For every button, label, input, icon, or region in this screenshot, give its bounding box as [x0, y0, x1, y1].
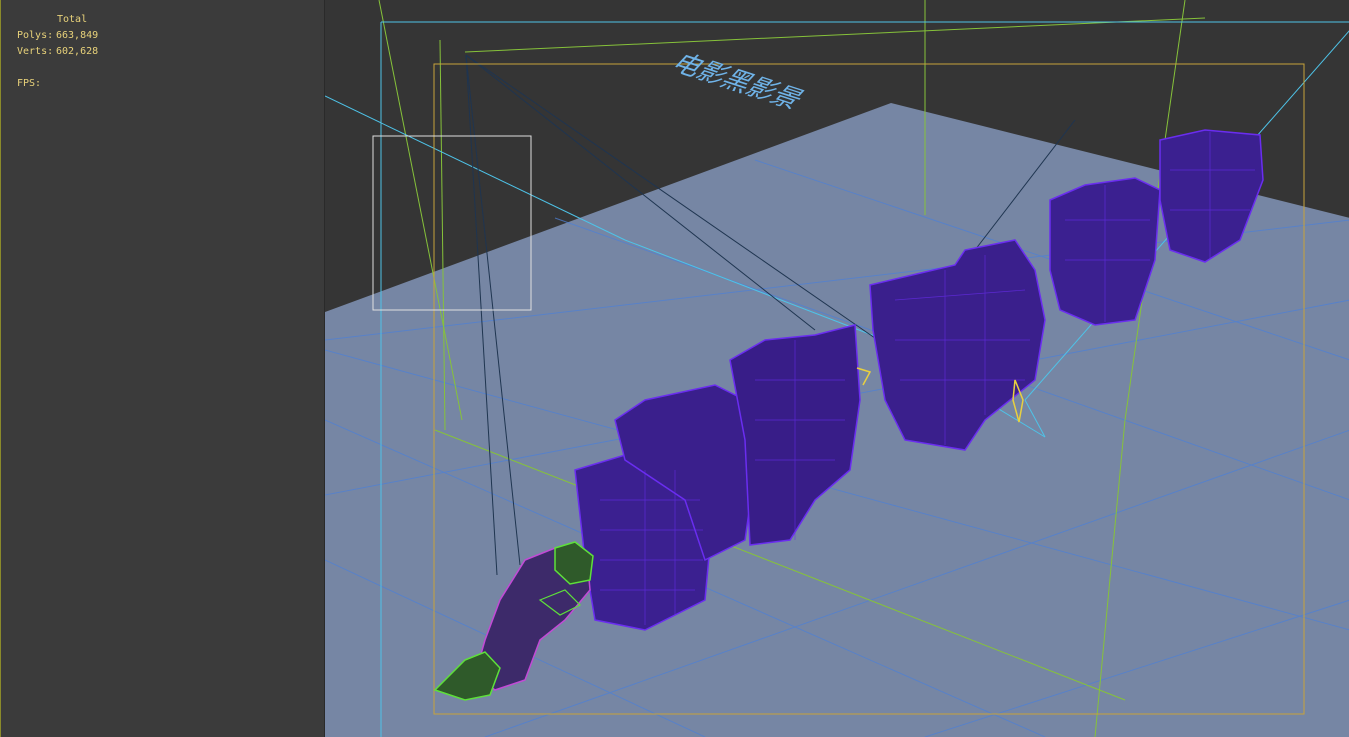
stats-polys-label: Polys:: [17, 30, 54, 41]
stats-total-label: Total: [57, 14, 88, 25]
viewport-canvas[interactable]: 电影黑影景: [325, 0, 1349, 737]
stats-fps-label: FPS:: [17, 78, 42, 89]
scene-stats-panel: Total Polys: 663,849 Verts: 602,628 FPS:: [0, 0, 324, 737]
3d-viewport[interactable]: 电影黑影景: [324, 0, 1349, 737]
ground-label: 电影黑影景: [665, 50, 811, 114]
stats-verts-value: 602,628: [56, 46, 99, 57]
stats-verts-label: Verts:: [17, 46, 54, 57]
stats-polys-value: 663,849: [56, 30, 99, 41]
